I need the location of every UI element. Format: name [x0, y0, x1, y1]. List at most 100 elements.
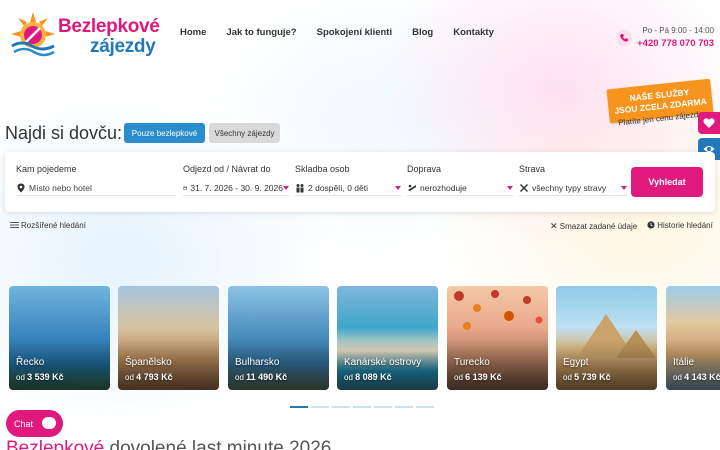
- destination-price: od 6 139 Kč: [454, 372, 502, 382]
- nav-blog[interactable]: Blog: [412, 27, 433, 38]
- heart-icon: [703, 118, 715, 128]
- chevron-down-icon: [507, 185, 513, 190]
- board-select[interactable]: všechny typy stravy: [519, 182, 627, 196]
- transport-field[interactable]: Doprava nerozhoduje: [407, 164, 513, 196]
- field-label: Kam pojedeme: [16, 164, 77, 174]
- board-value: všechny typy stravy: [532, 182, 607, 193]
- extended-search-label: Rozšířené hledání: [21, 221, 86, 230]
- price-prefix: od: [125, 373, 134, 382]
- opening-hours: Po - Pá 9:00 - 14:00: [642, 26, 714, 35]
- destination-price: od 4 143 Kč: [673, 372, 720, 382]
- chat-bubble-icon: [42, 417, 56, 429]
- price-prefix: od: [673, 373, 682, 382]
- chevron-down-icon: [395, 185, 401, 190]
- destination-input[interactable]: Místo nebo hotel: [16, 182, 176, 196]
- chevron-down-icon: [621, 185, 627, 190]
- clear-search-link[interactable]: ✕ Smazat zadané údaje: [550, 221, 637, 232]
- logo[interactable]: Bezlepkové zájezdy: [8, 10, 160, 60]
- destination-card-spain[interactable]: Španělsko od 4 793 Kč: [118, 286, 219, 390]
- destination-name: Španělsko: [125, 357, 172, 368]
- carousel-dot[interactable]: [290, 406, 308, 408]
- destination-name: Řecko: [16, 357, 45, 368]
- all-trips-button[interactable]: Všechny zájezdy: [209, 123, 280, 143]
- carousel-dot[interactable]: [395, 406, 413, 408]
- destination-placeholder: Místo nebo hotel: [29, 182, 92, 193]
- destination-name: Egypt: [563, 357, 589, 368]
- transport-select[interactable]: nerozhoduje: [407, 182, 513, 196]
- search-history-label: Historie hledání: [657, 221, 713, 230]
- carousel-dot[interactable]: [332, 406, 350, 408]
- search-box: Kam pojedeme Místo nebo hotel Odjezd od …: [5, 152, 715, 212]
- search-options-row: Rozšířené hledání ✕ Smazat zadané údaje …: [0, 221, 720, 233]
- transport-icon: [408, 184, 416, 191]
- destination-card-greece[interactable]: Řecko od 3 539 Kč: [9, 286, 110, 390]
- main-nav: Home Jak to funguje? Spokojení klienti B…: [180, 27, 514, 38]
- nav-contacts[interactable]: Kontakty: [453, 27, 494, 38]
- transport-value: nerozhoduje: [420, 182, 467, 193]
- price-value: 5 739 Kč: [574, 372, 611, 382]
- clock-icon: [647, 221, 655, 229]
- price-prefix: od: [454, 373, 463, 382]
- destination-field[interactable]: Kam pojedeme Místo nebo hotel: [16, 164, 176, 196]
- clear-search-label: Smazat zadané údaje: [559, 222, 638, 231]
- header: Bezlepkové zájezdy Home Jak to funguje? …: [0, 0, 720, 70]
- logo-text-line2: zájezdy: [90, 36, 156, 57]
- price-value: 4 793 Kč: [136, 372, 173, 382]
- price-prefix: od: [344, 373, 353, 382]
- destination-price: od 4 793 Kč: [125, 372, 173, 382]
- persons-select[interactable]: 2 dospělí, 0 děti: [295, 182, 401, 196]
- price-prefix: od: [235, 373, 244, 382]
- people-icon: [296, 183, 304, 192]
- destination-price: od 11 490 Kč: [235, 372, 287, 382]
- destination-price: od 3 539 Kč: [16, 372, 64, 382]
- balloons-icon: [454, 290, 543, 330]
- destination-price: od 5 739 Kč: [563, 372, 611, 382]
- carousel-dot[interactable]: [374, 406, 392, 408]
- extended-search-link[interactable]: Rozšířené hledání: [10, 221, 86, 230]
- carousel-pagination: [290, 406, 434, 408]
- destination-card-egypt[interactable]: Egypt od 5 739 Kč: [556, 286, 657, 390]
- cutlery-icon: [519, 183, 529, 192]
- dates-value: 31. 7. 2026 - 30. 9. 2026: [190, 182, 283, 193]
- field-label: Strava: [519, 164, 546, 174]
- dates-field[interactable]: Odjezd od / Návrat do 31. 7. 2026 - 30. …: [183, 164, 289, 196]
- carousel-dot[interactable]: [311, 406, 329, 408]
- section-title-rest: dovolené last minute 2026: [104, 438, 332, 450]
- favorites-tab[interactable]: [698, 112, 720, 134]
- search-button[interactable]: Vyhledat: [631, 167, 703, 197]
- chat-label: Chat: [14, 418, 34, 429]
- logo-text-line1: Bezlepkové: [58, 16, 160, 37]
- destination-price: od 8 089 Kč: [344, 372, 392, 382]
- board-field[interactable]: Strava všechny typy stravy: [519, 164, 627, 196]
- destination-card-turkey[interactable]: Turecko od 6 139 Kč: [447, 286, 548, 390]
- field-label: Odjezd od / Návrat do: [183, 164, 271, 174]
- price-prefix: od: [563, 373, 572, 382]
- dates-select[interactable]: 31. 7. 2026 - 30. 9. 2026: [183, 182, 289, 196]
- chat-button[interactable]: Chat: [6, 410, 63, 437]
- field-label: Skladba osob: [295, 164, 350, 174]
- sliders-icon: [10, 222, 19, 228]
- price-value: 4 143 Kč: [684, 372, 720, 382]
- close-icon: ✕: [550, 221, 558, 231]
- nav-home[interactable]: Home: [180, 27, 206, 38]
- destination-name: Bulharsko: [235, 357, 280, 368]
- price-value: 8 089 Kč: [355, 372, 392, 382]
- search-title: Najdi si dovču:: [5, 123, 123, 143]
- destination-card-canary-islands[interactable]: Kanárské ostrovy od 8 089 Kč: [337, 286, 438, 390]
- nav-clients[interactable]: Spokojení klienti: [317, 27, 393, 38]
- destination-name: Itálie: [673, 357, 695, 368]
- destination-card-italy[interactable]: Itálie od 4 143 Kč: [666, 286, 720, 390]
- carousel-dot[interactable]: [416, 406, 434, 408]
- section-title-highlight: Bezlepkové: [6, 438, 105, 450]
- price-value: 3 539 Kč: [27, 372, 64, 382]
- phone-icon[interactable]: [616, 30, 632, 46]
- carousel-dot[interactable]: [353, 406, 371, 408]
- search-history-link[interactable]: Historie hledání: [647, 221, 713, 230]
- persons-field[interactable]: Skladba osob 2 dospělí, 0 děti: [295, 164, 401, 196]
- destination-card-bulgaria[interactable]: Bulharsko od 11 490 Kč: [228, 286, 329, 390]
- destinations-carousel: Řecko od 3 539 Kč Španělsko od 4 793 Kč …: [0, 286, 720, 390]
- phone-number[interactable]: +420 778 070 703: [637, 38, 714, 49]
- nav-how-it-works[interactable]: Jak to funguje?: [226, 27, 296, 38]
- glutenfree-only-button[interactable]: Pouze bezlepkové: [124, 123, 205, 143]
- price-prefix: od: [16, 373, 25, 382]
